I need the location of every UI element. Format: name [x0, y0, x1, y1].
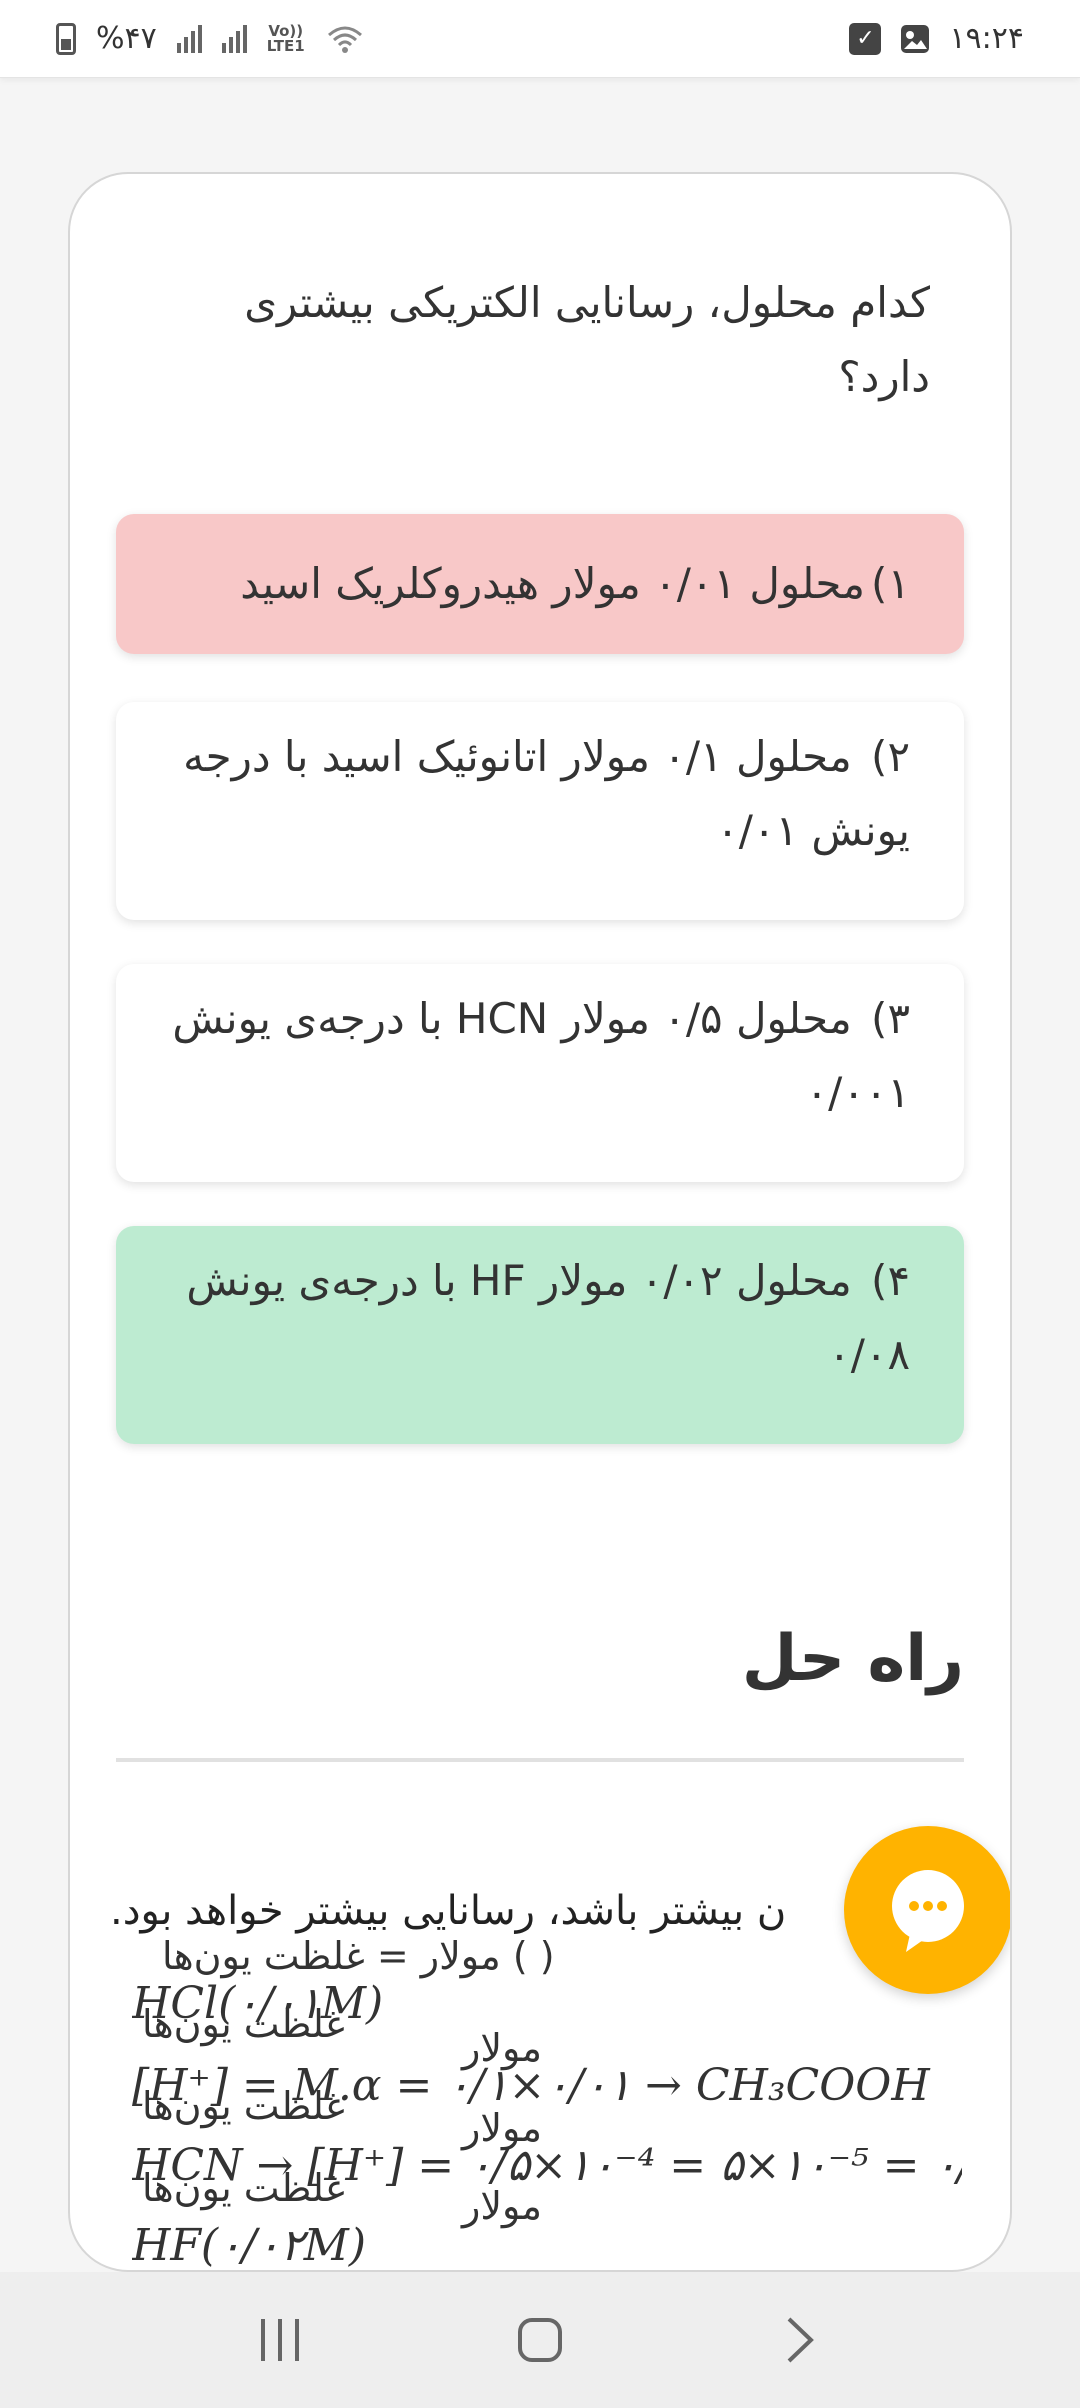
overlay-label: غلظت یون‌ها [142, 2166, 345, 2210]
option-text: محلول ۰/۰۱ مولار هیدروکلریک اسید [240, 559, 866, 608]
option-2[interactable]: ۲) محلول ۰/۱ مولار اتانوئیک اسید با درجه… [116, 702, 964, 920]
question-card: کدام محلول، رسانایی الکتریکی بیشتری دارد… [68, 172, 1012, 2272]
divider [116, 1758, 964, 1762]
check-notification-icon: ✓ [849, 22, 882, 55]
solution-explanation: ن بیشتر باشد، رسانایی بیشتر خواهد بود. [110, 1888, 787, 1934]
formula-block: HCl(۰/۰۱M) [H⁺] = M.α = ۰/۱×۰/۰۱ → CH₃CO… [132, 1934, 962, 2271]
image-notification-icon [899, 23, 931, 55]
status-right-group: ✓ ۱۹:۲۴ [849, 21, 1024, 56]
home-icon[interactable] [500, 2300, 580, 2380]
option-text: محلول ۰/۱ مولار اتانوئیک اسید با درجه یو… [183, 732, 910, 855]
chat-bubble-icon [892, 1870, 964, 1952]
overlay-label: مولار [462, 2106, 543, 2150]
navigation-bar [0, 2272, 1080, 2408]
option-number: ۴) [871, 1256, 910, 1305]
option-number: ۱) [871, 559, 910, 608]
signal-icon [221, 24, 247, 53]
back-icon[interactable] [760, 2300, 840, 2380]
clock: ۱۹:۲۴ [949, 21, 1024, 56]
battery-icon [56, 22, 76, 55]
option-number: ۲) [871, 732, 910, 781]
formula-line: HF(۰/۰۲M) [132, 2220, 367, 2271]
option-4[interactable]: ۴) محلول ۰/۰۲ مولار HF با درجه‌ی یونش ۰/… [116, 1226, 964, 1444]
recent-apps-icon[interactable] [240, 2300, 320, 2380]
status-bar: %۴۷ Vo)) LTE1 ✓ ۱۹:۲۴ [0, 0, 1080, 78]
overlay-label: غلظت یون‌ها [142, 2002, 345, 2046]
solution-title: راه حل [741, 1622, 964, 1696]
status-left-group: %۴۷ Vo)) LTE1 [56, 21, 365, 56]
overlay-label: غلظت یون‌ها [142, 2084, 345, 2128]
battery-percent: %۴۷ [96, 21, 157, 56]
volte-icon: Vo)) LTE1 [266, 21, 305, 55]
option-text: محلول ۰/۰۲ مولار HF با درجه‌ی یونش ۰/۰۸ [186, 1256, 910, 1379]
wifi-icon [325, 23, 365, 55]
signal-icon [176, 24, 202, 53]
option-1[interactable]: ۱) محلول ۰/۰۱ مولار هیدروکلریک اسید [116, 514, 964, 654]
option-text: محلول ۰/۵ مولار HCN با درجه‌ی یونش ۰/۰۰۱ [172, 994, 910, 1117]
overlay-label: مولار [462, 2184, 543, 2228]
chat-button[interactable] [844, 1826, 1010, 1994]
option-number: ۳) [871, 994, 910, 1043]
question-text: کدام محلول، رسانایی الکتریکی بیشتری دارد… [244, 278, 930, 401]
overlay-label: مولار [462, 2026, 543, 2070]
overlay-label: مولار = غلظت یون‌ها ( ) [162, 1934, 555, 1978]
option-3[interactable]: ۳) محلول ۰/۵ مولار HCN با درجه‌ی یونش ۰/… [116, 964, 964, 1182]
